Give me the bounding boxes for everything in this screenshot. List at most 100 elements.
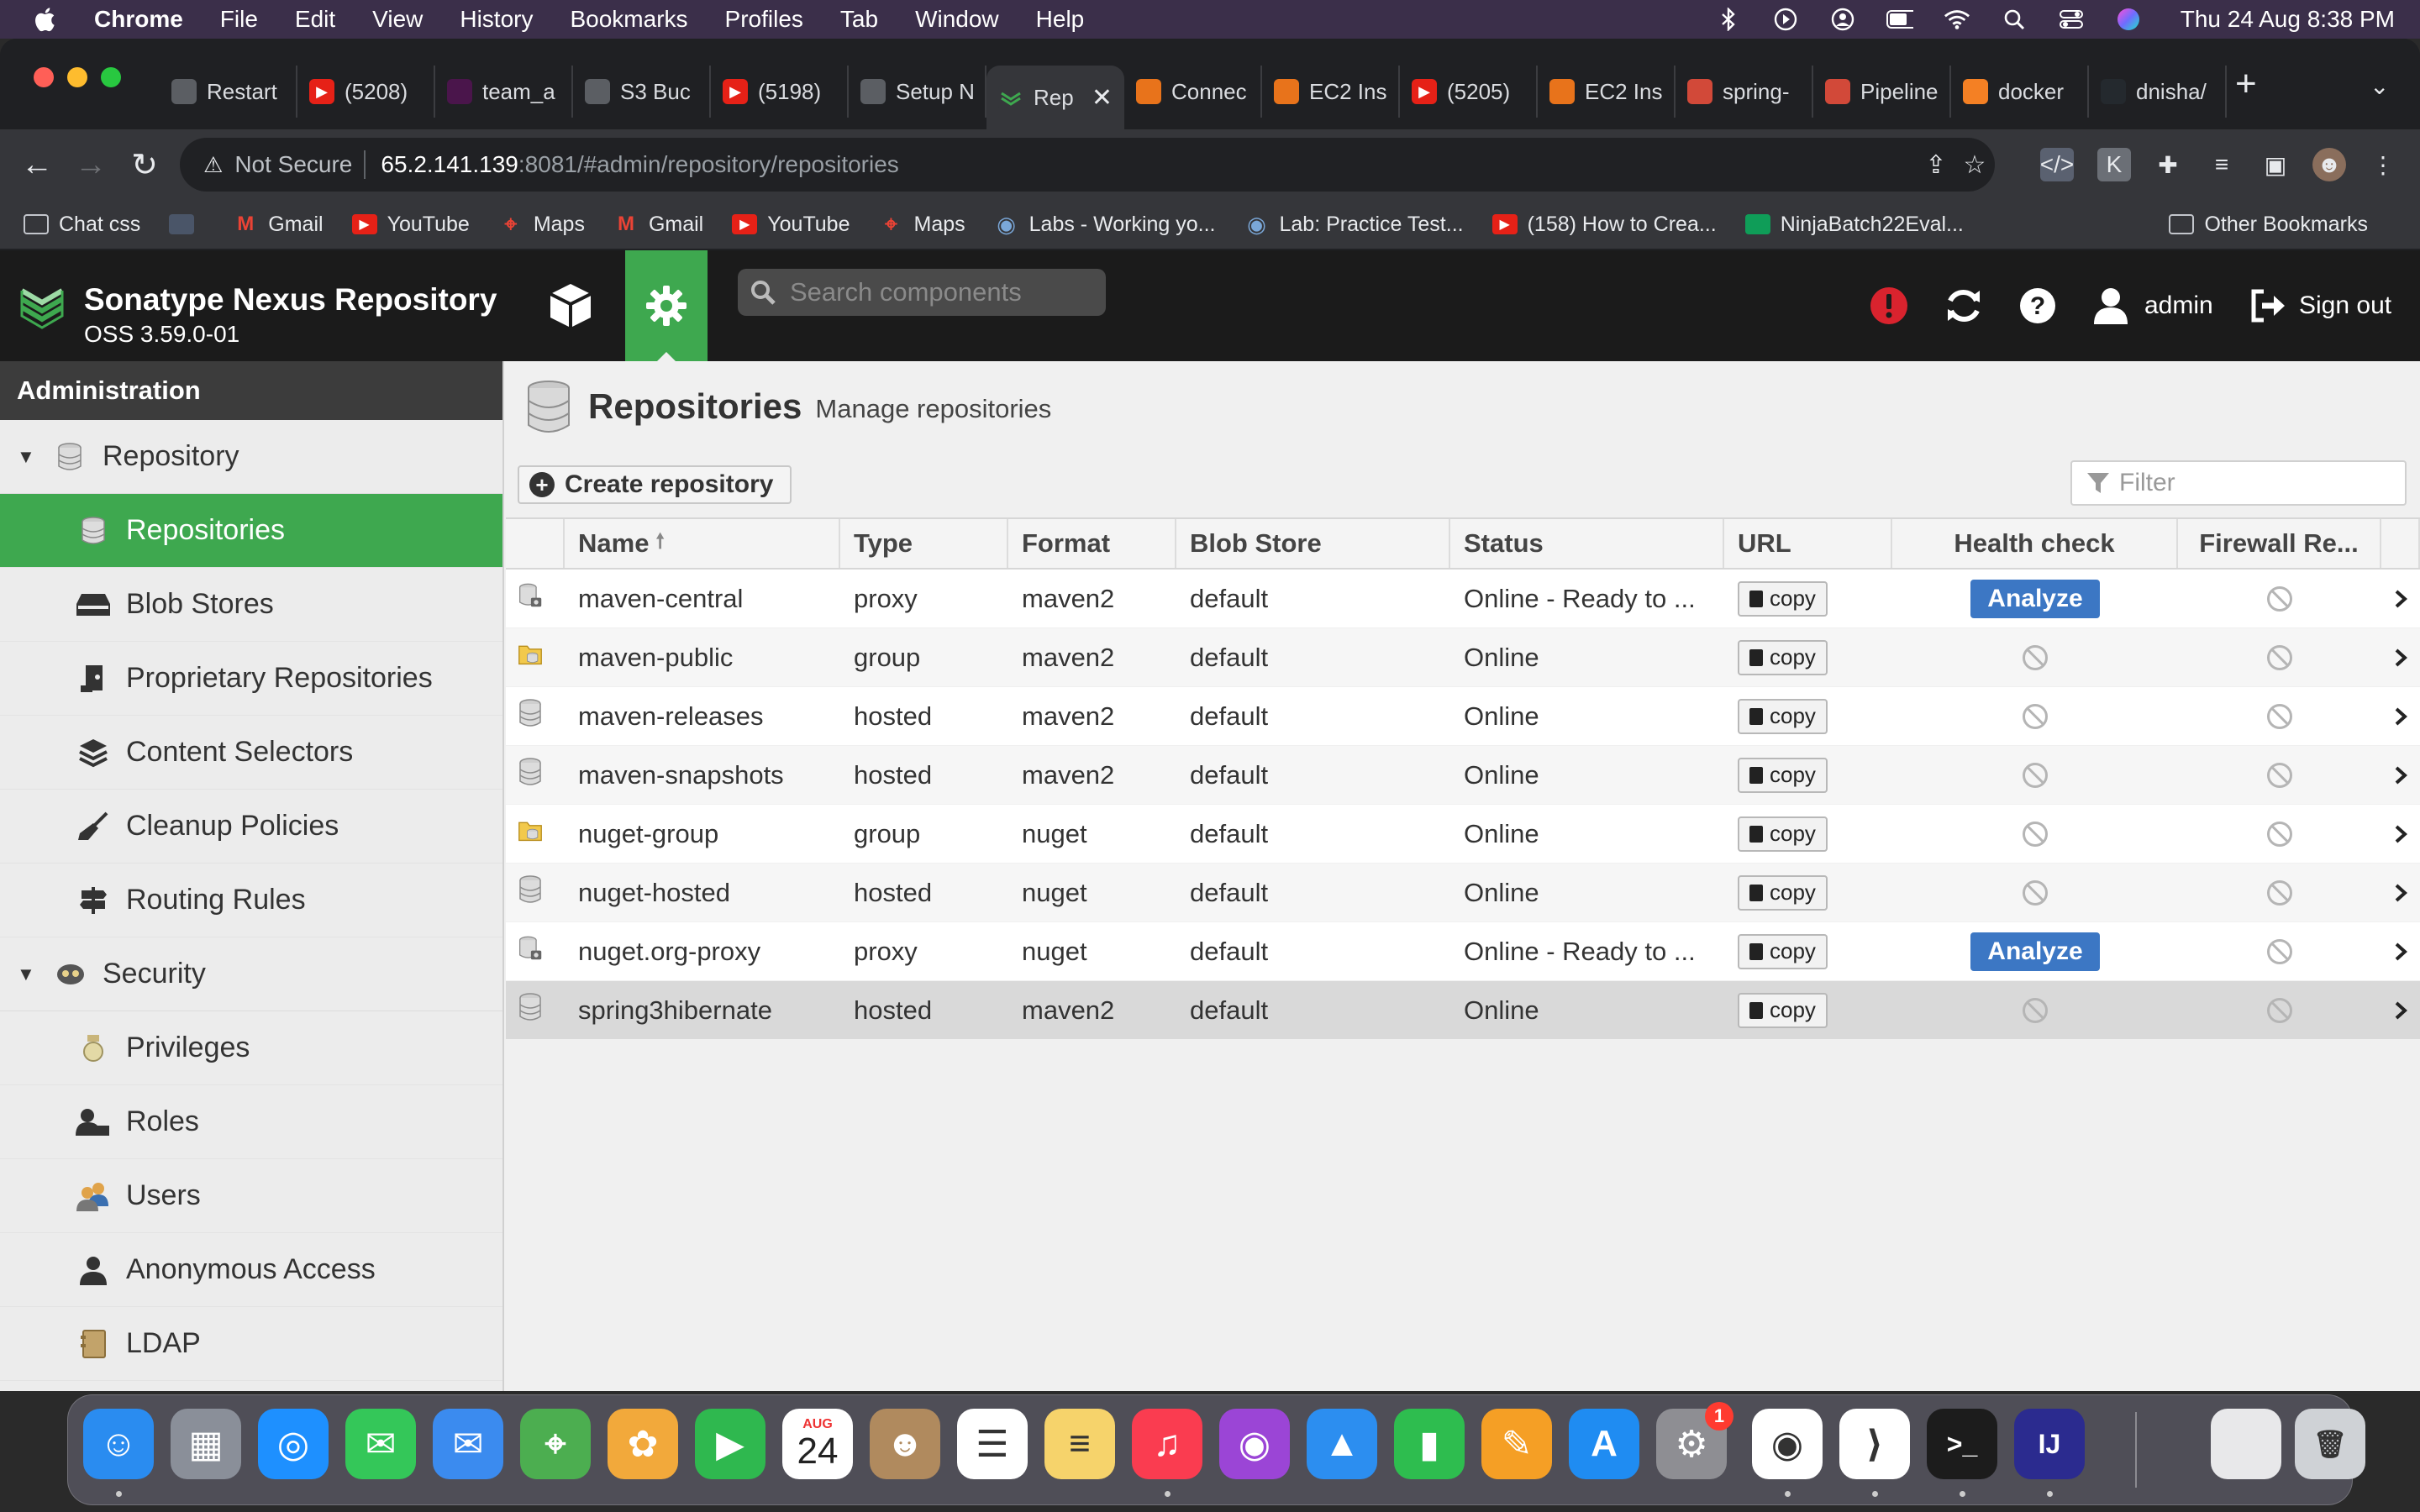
pages-icon[interactable]: ✎ bbox=[1481, 1409, 1552, 1479]
table-row[interactable]: nuget-hosted hosted nuget default Online copy bbox=[506, 864, 2420, 922]
notes-icon[interactable]: ≡ bbox=[1044, 1409, 1115, 1479]
copy-url-button[interactable]: copy bbox=[1738, 933, 1828, 969]
browser-tab[interactable]: dnisha/ bbox=[2089, 66, 2227, 118]
control-center-icon[interactable] bbox=[2058, 8, 2085, 31]
back-button[interactable]: ← bbox=[17, 144, 57, 185]
forward-button[interactable]: → bbox=[71, 144, 111, 185]
repo-name[interactable]: nuget.org-proxy bbox=[565, 937, 840, 967]
extensions-puzzle-icon[interactable]: ✚ bbox=[2151, 148, 2185, 181]
repo-name[interactable]: maven-public bbox=[565, 643, 840, 673]
chrome-menu-icon[interactable]: ⋮ bbox=[2366, 148, 2400, 181]
browser-tab[interactable]: EC2 Ins bbox=[1538, 66, 1676, 118]
close-window-button[interactable] bbox=[34, 67, 54, 87]
repo-name[interactable]: maven-central bbox=[565, 584, 840, 614]
sidebar-item-content-selectors[interactable]: Content Selectors bbox=[0, 716, 502, 790]
component-search[interactable] bbox=[738, 269, 1106, 316]
table-row[interactable]: nuget.org-proxy proxy nuget default Online -… bbox=[506, 922, 2420, 981]
product-title[interactable]: Sonatype Nexus Repository bbox=[84, 282, 497, 318]
copy-url-button[interactable]: copy bbox=[1738, 874, 1828, 911]
sidebar-item-routing-rules[interactable]: Routing Rules bbox=[0, 864, 502, 937]
menu-tab[interactable]: Tab bbox=[840, 6, 878, 33]
messages-icon[interactable]: ✉ bbox=[345, 1409, 416, 1479]
column-header-health-check[interactable]: Health check bbox=[1892, 519, 2178, 568]
spotlight-search-icon[interactable] bbox=[2001, 8, 2028, 31]
url-host[interactable]: 65.2.141.139 bbox=[381, 151, 518, 178]
sidebar-item-users[interactable]: Users bbox=[0, 1159, 502, 1233]
browser-tab[interactable]: EC2 Ins bbox=[1262, 66, 1400, 118]
help-button[interactable]: ? bbox=[2018, 250, 2057, 361]
menu-view[interactable]: View bbox=[372, 6, 423, 33]
other-bookmarks-folder[interactable]: Other Bookmarks bbox=[2169, 200, 2368, 249]
sidebar-item-roles[interactable]: Roles bbox=[0, 1085, 502, 1159]
copy-url-button[interactable]: copy bbox=[1738, 816, 1828, 852]
user-account-button[interactable]: admin bbox=[2092, 250, 2213, 361]
browser-tab[interactable]: S3 Buc bbox=[573, 66, 711, 118]
extension-k-icon[interactable]: K bbox=[2097, 148, 2131, 181]
copy-url-button[interactable]: copy bbox=[1738, 757, 1828, 793]
menu-file[interactable]: File bbox=[220, 6, 258, 33]
reading-list-icon[interactable]: ≡ bbox=[2205, 148, 2238, 181]
table-row[interactable]: nuget-group group nuget default Online copy bbox=[506, 805, 2420, 864]
table-row[interactable]: maven-snapshots hosted maven2 default Online… bbox=[506, 746, 2420, 805]
reload-button[interactable]: ↻ bbox=[124, 144, 165, 185]
browser-tab[interactable]: Rep ✕ bbox=[986, 66, 1124, 129]
code-extension-icon[interactable]: </> bbox=[2040, 148, 2074, 181]
chevron-right-icon[interactable] bbox=[2381, 706, 2420, 727]
table-row[interactable]: spring3hibernate hosted maven2 default Onlin… bbox=[506, 981, 2420, 1040]
column-header-type[interactable]: Type bbox=[840, 519, 1008, 568]
copy-url-button[interactable]: copy bbox=[1738, 580, 1828, 617]
sidebar-item-privileges[interactable]: Privileges bbox=[0, 1011, 502, 1085]
system-alert-button[interactable] bbox=[1869, 250, 1909, 361]
browser-tab[interactable]: team_a bbox=[435, 66, 573, 118]
caret-down-icon[interactable]: ▼ bbox=[17, 963, 35, 985]
safari-icon[interactable]: ◎ bbox=[258, 1409, 329, 1479]
bookmark-item[interactable]: Chat css bbox=[24, 213, 140, 237]
sidebar-item-blob-stores[interactable]: Blob Stores bbox=[0, 568, 502, 642]
system-settings-icon[interactable]: ⚙ 1 bbox=[1656, 1402, 1733, 1479]
browse-mode-button[interactable] bbox=[541, 250, 600, 361]
table-row[interactable]: maven-releases hosted maven2 default Online c… bbox=[506, 687, 2420, 746]
keynote-icon[interactable]: ▲ bbox=[1307, 1409, 1377, 1479]
repo-name[interactable]: nuget-group bbox=[565, 819, 840, 849]
document-icon[interactable] bbox=[2211, 1409, 2281, 1479]
url-path[interactable]: :8081/#admin/repository/repositories bbox=[518, 151, 899, 178]
browser-tab[interactable]: spring- bbox=[1676, 66, 1813, 118]
bookmark-item[interactable]: ⌖ Maps bbox=[498, 211, 584, 237]
chevron-right-icon[interactable] bbox=[2381, 648, 2420, 668]
side-panel-icon[interactable]: ▣ bbox=[2259, 148, 2292, 181]
sidebar-group-repository[interactable]: ▼ Repository bbox=[0, 420, 502, 494]
bookmark-item[interactable]: ▶ YouTube bbox=[351, 213, 470, 237]
apple-logo-icon[interactable] bbox=[32, 5, 60, 34]
mail-icon[interactable]: ✉ bbox=[433, 1409, 503, 1479]
search-components-input[interactable] bbox=[790, 277, 1092, 307]
menu-window[interactable]: Window bbox=[915, 6, 999, 33]
copy-url-button[interactable]: copy bbox=[1738, 639, 1828, 675]
chevron-right-icon[interactable] bbox=[2381, 942, 2420, 962]
chevron-right-icon[interactable] bbox=[2381, 1000, 2420, 1021]
browser-tab[interactable]: Restart bbox=[160, 66, 297, 118]
table-row[interactable]: maven-central proxy maven2 default Online - … bbox=[506, 570, 2420, 628]
sidebar-item-ldap[interactable]: LDAP bbox=[0, 1307, 502, 1381]
bookmark-star-icon[interactable]: ☆ bbox=[1960, 150, 1990, 180]
column-header-url[interactable]: URL bbox=[1724, 519, 1892, 568]
terminal-icon[interactable]: >_ bbox=[1927, 1409, 1997, 1479]
browser-tab[interactable]: Setup N bbox=[849, 66, 986, 118]
menu-profiles[interactable]: Profiles bbox=[725, 6, 803, 33]
wifi-icon[interactable] bbox=[1944, 8, 1970, 31]
contacts-icon[interactable]: ☻ bbox=[870, 1409, 940, 1479]
photos-icon[interactable]: ✿ bbox=[608, 1409, 678, 1479]
bookmark-item[interactable] bbox=[169, 214, 204, 234]
profile-avatar[interactable]: ☻ bbox=[2312, 148, 2346, 181]
column-header-firewall[interactable]: Firewall Re... bbox=[2178, 519, 2381, 568]
menu-app-chrome[interactable]: Chrome bbox=[94, 6, 183, 33]
analyze-button[interactable]: Analyze bbox=[1970, 932, 2100, 971]
battery-icon[interactable] bbox=[1886, 8, 1913, 31]
address-bar[interactable]: ⚠ Not Secure 65.2.141.139:8081/#admin/re… bbox=[180, 138, 1995, 192]
menu-edit[interactable]: Edit bbox=[295, 6, 335, 33]
bookmark-item[interactable]: M Gmail bbox=[233, 213, 323, 237]
menu-history[interactable]: History bbox=[460, 6, 533, 33]
not-secure-label[interactable]: Not Secure bbox=[234, 151, 352, 178]
sidebar-item-proprietary-repositories[interactable]: Proprietary Repositories bbox=[0, 642, 502, 716]
bookmark-item[interactable]: ◉ Labs - Working yo... bbox=[994, 212, 1215, 237]
browser-tab[interactable]: ▶ (5198) bbox=[711, 66, 849, 118]
